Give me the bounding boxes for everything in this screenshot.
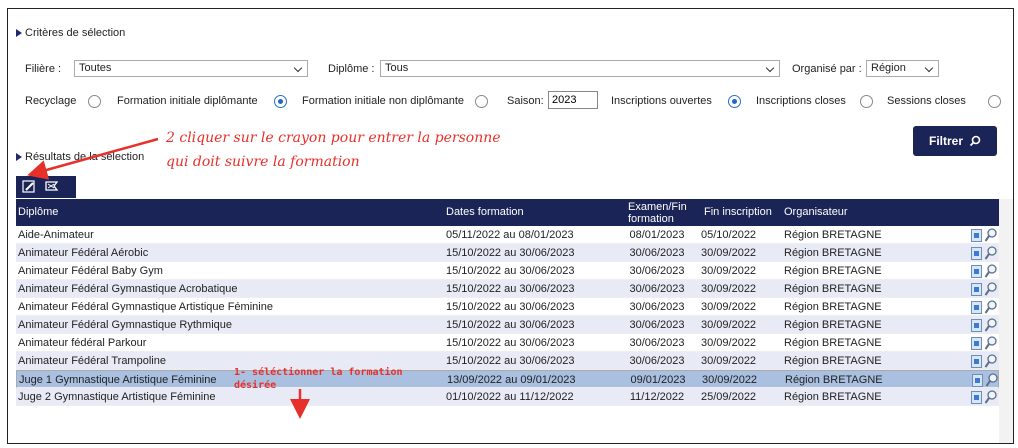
main-panel: Critères de sélection Filière : Toutes D… (7, 8, 1014, 444)
annotation-arrows (27, 137, 310, 419)
vertical-scrollbar[interactable] (999, 199, 1013, 443)
arrow-to-edit-icon (27, 137, 159, 180)
